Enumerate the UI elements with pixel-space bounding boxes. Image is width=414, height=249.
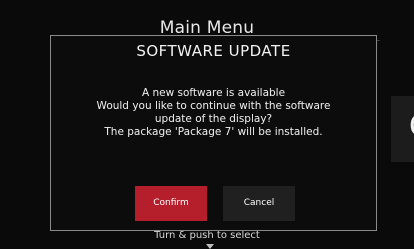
software-update-dialog: SOFTWARE UPDATE A new software is availa… [50, 35, 377, 231]
dialog-message: A new software is available Would you li… [51, 87, 376, 139]
message-line: The package 'Package 7' will be installe… [104, 126, 323, 138]
confirm-button[interactable]: Confirm [135, 186, 207, 221]
navigation-hint: Turn & push to select [154, 230, 260, 241]
message-line: update of the display? [154, 113, 273, 125]
menu-side-glyph: C [409, 112, 414, 142]
message-line: A new software is available [141, 87, 286, 99]
cancel-button[interactable]: Cancel [223, 186, 295, 221]
chevron-down-icon [206, 244, 214, 249]
dialog-title: SOFTWARE UPDATE [136, 42, 291, 60]
display-screen: Main Menu C Turn & push to select SOFTWA… [0, 0, 414, 249]
message-line: Would you like to continue with the soft… [96, 100, 331, 112]
